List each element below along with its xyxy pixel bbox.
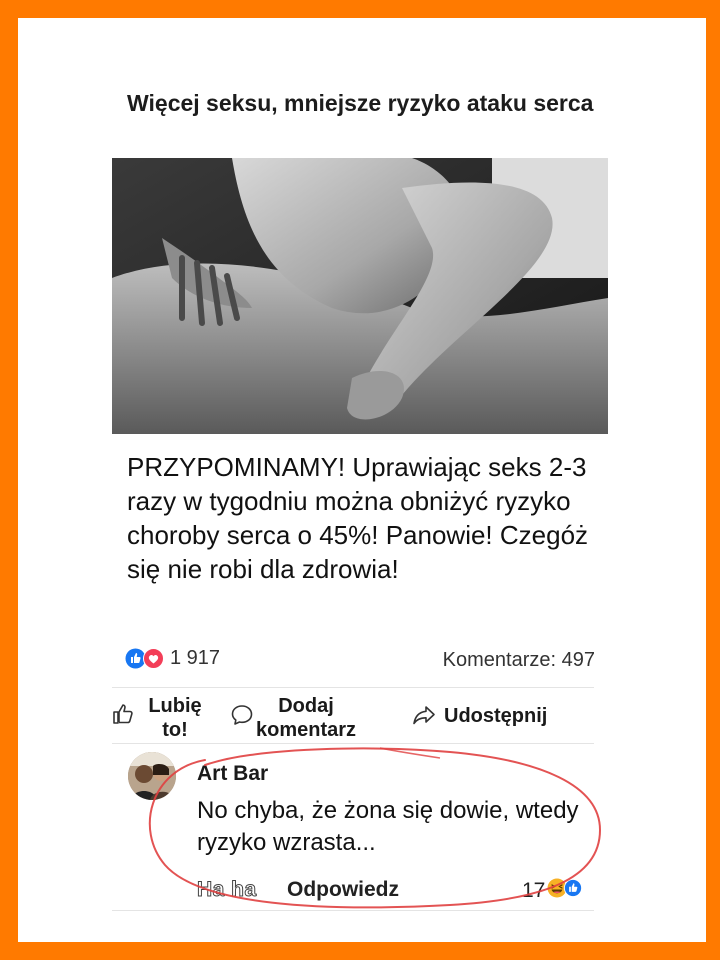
comment-text: No chyba, że żona się dowie, wtedy ryzyk…	[197, 797, 579, 856]
post-stats: 1 917 Komentarze: 497	[125, 647, 595, 675]
share-label: Udostępnij	[444, 705, 548, 727]
divider	[112, 743, 594, 744]
thumbs-up-icon	[112, 703, 134, 731]
comment-reactions[interactable]: 17	[522, 878, 583, 904]
like-label: Lubię to!	[148, 695, 202, 741]
love-reaction-icon	[143, 648, 164, 669]
add-comment-label: Dodaj komentarz	[256, 695, 357, 741]
post-title: Więcej seksu, mniejsze ryzyko ataku serc…	[127, 90, 594, 116]
share-button[interactable]: Udostępnij	[412, 704, 547, 732]
divider	[112, 687, 594, 688]
comment-actions: Ha ha Odpowiedz 17	[197, 878, 597, 906]
divider	[112, 910, 594, 911]
comment-author[interactable]: Art Bar	[197, 762, 268, 786]
like-reaction-icon	[564, 879, 583, 903]
share-arrow-icon	[412, 704, 436, 732]
haha-reaction-label[interactable]: Ha ha	[197, 878, 257, 902]
post-image	[112, 158, 608, 434]
post-body-text: PRZYPOMINAMY! Uprawiając seks 2-3 razy w…	[127, 452, 589, 584]
comment-reactions-count: 17	[522, 879, 546, 902]
comments-count-link[interactable]: Komentarze: 497	[443, 649, 595, 672]
like-button[interactable]: Lubię to!	[112, 694, 206, 742]
add-comment-button[interactable]: Dodaj komentarz	[230, 694, 356, 742]
avatar[interactable]	[128, 752, 176, 800]
reply-button[interactable]: Odpowiedz	[287, 878, 399, 902]
reactions-summary[interactable]: 1 917	[125, 647, 220, 670]
speech-bubble-icon	[230, 703, 254, 733]
reactions-count: 1 917	[170, 647, 221, 669]
